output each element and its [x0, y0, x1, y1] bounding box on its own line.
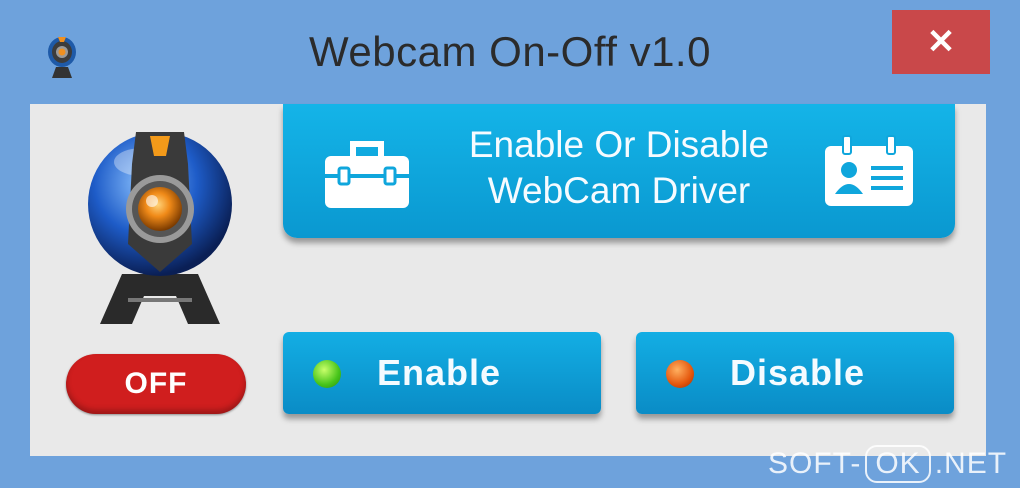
- title-bar[interactable]: Webcam On-Off v1.0 ✕: [0, 0, 1020, 96]
- window-title: Webcam On-Off v1.0: [309, 28, 711, 75]
- watermark-left: SOFT-: [768, 447, 862, 480]
- watermark-right: .NET: [934, 447, 1008, 480]
- toolbox-icon: [325, 141, 409, 208]
- toggle-driver-label: Enable Or Disable WebCam Driver: [413, 122, 825, 214]
- close-icon: ✕: [926, 23, 956, 61]
- disable-indicator-icon: [666, 360, 694, 388]
- enable-button-label: Enable: [377, 352, 502, 393]
- app-window: Webcam On-Off v1.0 ✕ OFF Enable Or Disab…: [0, 0, 1020, 488]
- enable-indicator-icon: [313, 360, 341, 388]
- toggle-driver-button[interactable]: Enable Or Disable WebCam Driver: [283, 104, 955, 238]
- disable-button[interactable]: Disable: [636, 332, 954, 414]
- watermark-middle: OK: [865, 445, 931, 483]
- toggle-driver-line2: WebCam Driver: [487, 170, 751, 211]
- disable-button-label: Disable: [730, 352, 866, 393]
- enable-button[interactable]: Enable: [283, 332, 601, 414]
- toggle-driver-line1: Enable Or Disable: [468, 124, 770, 165]
- close-button[interactable]: ✕: [892, 10, 990, 74]
- webcam-icon: [88, 132, 232, 324]
- status-label: OFF: [124, 367, 188, 400]
- watermark: SOFT- OK .NET: [768, 445, 1008, 483]
- id-card-icon: [825, 135, 913, 206]
- status-badge: OFF: [66, 354, 246, 414]
